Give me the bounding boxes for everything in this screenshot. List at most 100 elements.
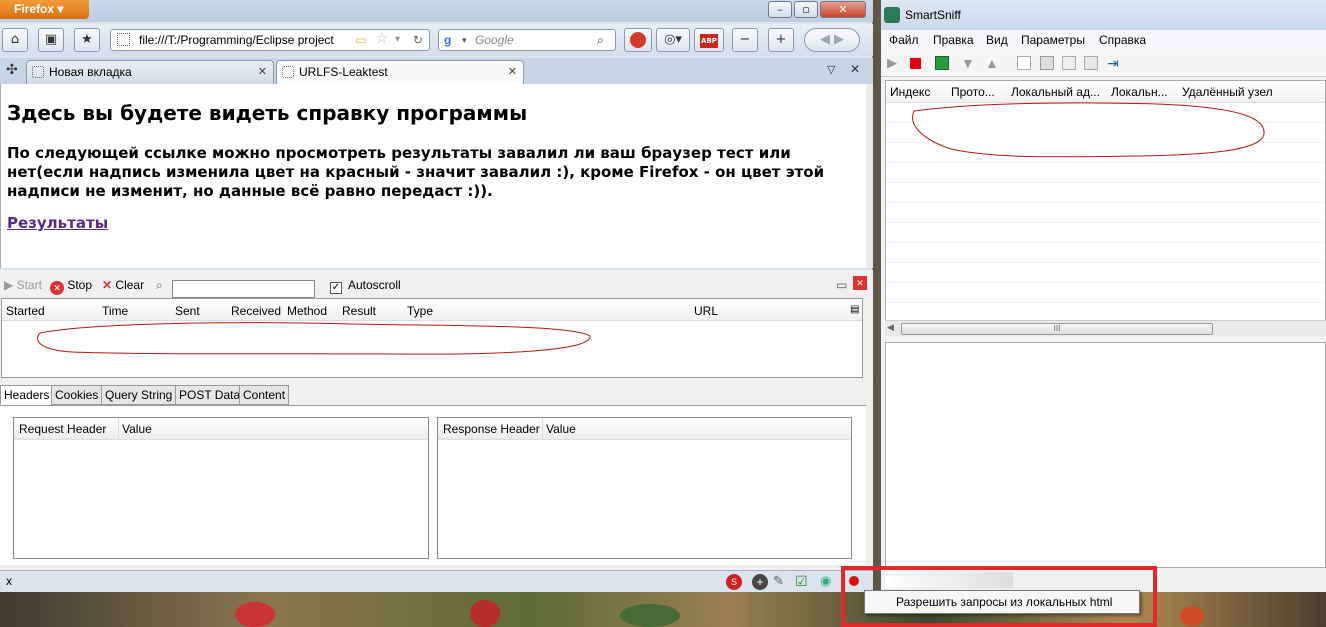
refresh-icon[interactable]	[935, 56, 949, 70]
tab-cookies[interactable]: Cookies	[51, 385, 103, 405]
globe-icon[interactable]: ◉	[820, 573, 831, 589]
column-result[interactable]: Result	[342, 304, 376, 318]
noscript-icon[interactable]: S	[726, 574, 742, 590]
addon-icon[interactable]: ◎▾	[656, 28, 690, 52]
column-request-header[interactable]: Request Header	[19, 418, 106, 440]
scroll-thumb[interactable]: III	[901, 323, 1213, 335]
results-link[interactable]: Результаты	[7, 214, 108, 232]
page-scrollbar[interactable]	[866, 84, 873, 268]
addon-bar-close[interactable]: x	[6, 574, 12, 588]
search-bar[interactable]: g ▾ Google ⌕	[438, 29, 616, 51]
tools-icon[interactable]: ✎	[773, 573, 784, 589]
column-method[interactable]: Method	[287, 304, 327, 318]
stop-button[interactable]: ✕ Stop	[50, 277, 92, 295]
tab-close-icon[interactable]: ✕	[258, 61, 267, 83]
tab-page-icon	[282, 66, 294, 78]
column-index[interactable]: Индекс	[890, 85, 930, 99]
redaction-scribble	[37, 322, 591, 355]
start-label: Start	[16, 278, 42, 292]
zoom-in-icon[interactable]: +	[768, 28, 794, 52]
firefox-menu-button[interactable]: Firefox ▾	[0, 0, 89, 19]
search-icon[interactable]: ⌕	[597, 30, 604, 50]
check-icon[interactable]: ☑	[795, 573, 808, 590]
column-remote-host[interactable]: Удалённый узел	[1182, 85, 1273, 99]
filter-input[interactable]	[172, 280, 315, 298]
horizontal-scrollbar[interactable]: ◀ III	[885, 320, 1326, 336]
column-response-header[interactable]: Response Header	[443, 418, 540, 440]
address-bar[interactable]: file:///T:/Programming/Eclipse project ▭…	[110, 29, 430, 51]
tab-new[interactable]: Новая вкладка ✕	[26, 60, 274, 84]
zoom-out-icon[interactable]: −	[732, 28, 758, 52]
move-down-icon[interactable]: ▼	[961, 56, 975, 70]
add-icon[interactable]: +	[752, 574, 768, 590]
search-placeholder: Google	[475, 33, 514, 47]
response-headers-table: Response Header Value	[437, 417, 852, 559]
menu-view[interactable]: Вид	[986, 33, 1008, 47]
column-sent[interactable]: Sent	[175, 304, 200, 318]
tab-urlfs-leaktest[interactable]: URLFS-Leaktest ✕	[276, 60, 524, 84]
page-heading: Здесь вы будете видеть справку программы	[7, 101, 528, 125]
adblock-icon[interactable]: ABP	[694, 28, 724, 52]
column-protocol[interactable]: Прото...	[951, 85, 995, 99]
search-engine-dropdown-icon[interactable]: ▾	[462, 30, 467, 50]
close-panel-icon[interactable]: ✕	[853, 276, 867, 290]
menu-edit[interactable]: Правка	[933, 33, 974, 47]
httpfox-panel: ▶ Start ✕ Stop ✕ Clear ⌕ ✓ Autoscroll ▭ …	[0, 270, 873, 592]
firefox-menu-label: Firefox	[14, 2, 55, 16]
close-tab-icon[interactable]: ✕	[850, 62, 860, 76]
column-picker-icon[interactable]: ▤	[850, 304, 859, 315]
start-button[interactable]: ▶ Start	[4, 277, 42, 293]
tab-page-icon	[32, 66, 44, 78]
clear-label: Clear	[115, 278, 145, 292]
tab-post-data[interactable]: POST Data	[175, 385, 245, 405]
tab-label: Новая вкладка	[49, 65, 132, 79]
firefox-window: Firefox ▾ – ▫ ✕ ⌂ ▣ ★ file:///T:/Program…	[0, 0, 873, 592]
tab-headers[interactable]: Headers	[0, 385, 54, 405]
column-type[interactable]: Type	[407, 304, 433, 318]
new-file-icon[interactable]	[1017, 56, 1031, 70]
tab-query-string[interactable]: Query String	[101, 385, 177, 405]
minimize-button[interactable]: –	[768, 1, 792, 18]
start-capture-icon[interactable]: ▶	[887, 56, 901, 70]
tab-groups-icon[interactable]: ▣	[38, 28, 64, 52]
dropdown-arrow-icon[interactable]: ▾	[395, 30, 400, 50]
back-forward-icon[interactable]: ◀ ▶	[804, 28, 860, 52]
page-paragraph: По следующей ссылке можно просмотреть ре…	[7, 144, 825, 200]
smartsniff-titlebar: SmartSniff	[881, 0, 1326, 30]
menu-file[interactable]: Файл	[889, 33, 919, 47]
save-icon[interactable]	[1040, 56, 1054, 70]
requests-table-header: Started Time Sent Received Method Result…	[2, 299, 862, 321]
column-value[interactable]: Value	[542, 418, 576, 440]
column-received[interactable]: Received	[231, 304, 281, 318]
column-url[interactable]: URL	[694, 304, 718, 318]
menu-help[interactable]: Справка	[1099, 33, 1146, 47]
maximize-button[interactable]: ▫	[794, 1, 818, 18]
stop-icon[interactable]	[624, 28, 652, 52]
detach-icon[interactable]: ▭	[836, 277, 847, 293]
google-icon: g	[444, 33, 452, 47]
move-up-icon[interactable]: ▲	[985, 56, 999, 70]
home-icon[interactable]: ⌂	[2, 28, 28, 52]
folder-icon[interactable]: ▭	[355, 30, 366, 50]
list-tabs-icon[interactable]: ▽	[827, 63, 835, 76]
tab-close-icon[interactable]: ✕	[508, 61, 517, 83]
autoscroll-checkbox[interactable]: ✓	[330, 282, 342, 294]
new-tab-icon[interactable]: ✣	[6, 62, 18, 78]
copy-icon[interactable]	[1062, 56, 1076, 70]
exit-icon[interactable]: ⇥	[1107, 56, 1121, 70]
column-started[interactable]: Started	[6, 304, 45, 318]
column-value[interactable]: Value	[118, 418, 152, 440]
column-local-address[interactable]: Локальный ад...	[1011, 85, 1100, 99]
tab-content[interactable]: Content	[239, 385, 290, 405]
scroll-left-icon[interactable]: ◀	[887, 322, 894, 333]
clear-button[interactable]: ✕ Clear	[102, 277, 144, 293]
column-local-port[interactable]: Локальн...	[1111, 85, 1168, 99]
properties-icon[interactable]	[1084, 56, 1098, 70]
stop-capture-icon[interactable]	[910, 58, 921, 69]
bookmarks-icon[interactable]: ★	[74, 28, 100, 52]
column-time[interactable]: Time	[102, 304, 128, 318]
close-button[interactable]: ✕	[820, 1, 866, 18]
star-icon[interactable]: ☆	[375, 30, 388, 49]
menu-options[interactable]: Параметры	[1021, 33, 1085, 47]
reload-icon[interactable]: ↻	[413, 30, 423, 50]
